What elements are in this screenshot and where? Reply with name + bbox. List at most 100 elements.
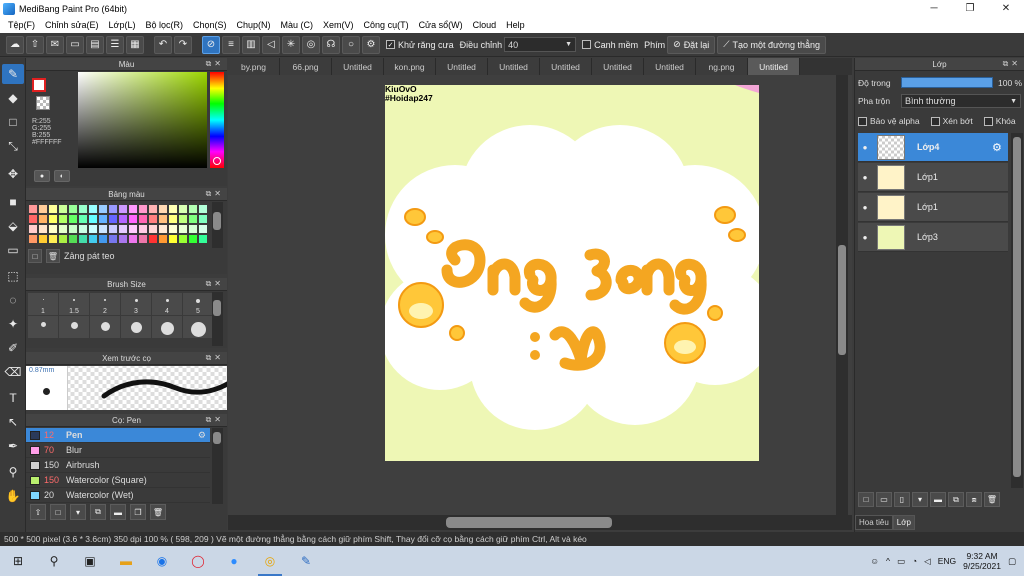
eye-icon[interactable]: ● [858, 233, 872, 242]
palette-swatch[interactable] [28, 204, 38, 214]
palette-swatch[interactable] [48, 204, 58, 214]
list-icon[interactable]: ☰ [106, 35, 124, 54]
palette-swatch[interactable] [148, 224, 158, 234]
menu-view[interactable]: Xem(V) [318, 20, 359, 30]
windows-start-icon[interactable]: ⊞ [0, 546, 36, 576]
new-brush-icon[interactable]: □ [50, 504, 66, 520]
tab-document[interactable]: Untitled [540, 58, 592, 75]
palette-swatch[interactable] [108, 224, 118, 234]
notification-icon[interactable]: ▢ [1008, 556, 1016, 567]
tab-document[interactable]: Untitled [332, 58, 384, 75]
palette-swatch[interactable] [178, 234, 188, 244]
reset-button[interactable]: ⊘ Đặt lại [667, 35, 716, 54]
palette-swatch[interactable] [38, 234, 48, 244]
palette-swatch[interactable] [198, 214, 208, 224]
brush-size-cell[interactable] [121, 316, 151, 338]
panel-controls-icon[interactable]: ⧉✕ [1003, 59, 1021, 69]
palette-swatch[interactable] [58, 214, 68, 224]
palette-swatch[interactable] [108, 204, 118, 214]
hue-slider-knob[interactable] [213, 157, 221, 165]
menu-file[interactable]: Tệp(F) [3, 20, 40, 30]
merge-layer-icon[interactable]: ⧈ [966, 492, 982, 507]
canvas-area[interactable]: KiuOvO #Hoidap247 [228, 75, 852, 515]
palette-swatch[interactable] [198, 224, 208, 234]
tab-document[interactable]: by.png [228, 58, 280, 75]
palette-swatch[interactable] [138, 204, 148, 214]
layer-menu-icon[interactable]: ▾ [912, 492, 928, 507]
volume-icon[interactable]: ◁ [924, 556, 931, 567]
layer-item[interactable]: ● Lớp3 [858, 223, 1008, 252]
lock-checkbox[interactable] [983, 116, 993, 126]
background-color-swatch[interactable] [36, 96, 50, 110]
palette-swatch[interactable] [188, 214, 198, 224]
palette-swatch[interactable] [98, 214, 108, 224]
gradient-tool-icon[interactable]: ▭ [2, 240, 24, 260]
brush-size-cell[interactable]: 1.5 [59, 293, 89, 315]
redo-icon[interactable]: ↷ [174, 35, 192, 54]
palette-swatch[interactable] [158, 204, 168, 214]
palette-swatch[interactable] [48, 214, 58, 224]
layer-item[interactable]: ● Lớp1 [858, 163, 1008, 192]
blend-mode-select[interactable]: Bình thường ▼ [901, 94, 1021, 108]
comment-icon[interactable]: ✉ [46, 35, 64, 54]
tab-navigator[interactable]: Hoa tiêu [855, 515, 893, 530]
brush-size-cell[interactable] [90, 316, 120, 338]
color-mode-icon[interactable]: ● [34, 170, 50, 182]
medibang-taskbar-icon[interactable]: ✎ [288, 546, 324, 576]
battery-icon[interactable]: ▭ [897, 556, 905, 567]
opera-icon[interactable]: ◯ [180, 546, 216, 576]
palette-swatch[interactable] [118, 234, 128, 244]
palette-swatch[interactable] [168, 234, 178, 244]
palette-swatch[interactable] [128, 234, 138, 244]
palette-swatch[interactable] [118, 214, 128, 224]
cloud-icon[interactable]: ☁ [6, 35, 24, 54]
canvas-horizontal-scroll-thumb[interactable] [446, 517, 612, 528]
grid-icon[interactable]: ▦ [126, 35, 144, 54]
palette-scrollbar[interactable] [212, 202, 223, 248]
canvas-vertical-scrollbar[interactable] [836, 75, 848, 515]
folder-icon[interactable]: ▬ [930, 492, 946, 507]
palette-swatch[interactable] [138, 224, 148, 234]
brush-item-airbrush[interactable]: 150 Airbrush [26, 458, 210, 473]
foreground-color-swatch[interactable] [32, 78, 46, 92]
palette-swatch[interactable] [108, 234, 118, 244]
brush-size-scrollbar[interactable] [212, 292, 223, 346]
panel-controls-icon[interactable]: ⧉✕ [206, 59, 224, 69]
palette-swatch[interactable] [178, 214, 188, 224]
gear-icon[interactable]: ⚙ [198, 430, 210, 441]
palette-swatch[interactable] [168, 204, 178, 214]
palette-swatch[interactable] [78, 234, 88, 244]
palette-swatch[interactable] [88, 204, 98, 214]
chat-icon[interactable]: ▭ [66, 35, 84, 54]
palette-swatch[interactable] [88, 234, 98, 244]
layer-item[interactable]: ● Lớp1 [858, 193, 1008, 222]
brush-tool-icon[interactable]: ✎ [2, 64, 24, 84]
maximize-button[interactable]: ❐ [952, 0, 988, 17]
menu-layer[interactable]: Lớp(L) [104, 20, 141, 30]
brush-size-cell[interactable] [152, 316, 182, 338]
select-eraser-tool-icon[interactable]: ⌫ [2, 362, 24, 382]
tab-document[interactable]: Untitled [488, 58, 540, 75]
eraser-tool-icon[interactable]: ◆ [2, 88, 24, 108]
palette-swatch[interactable] [28, 224, 38, 234]
menu-edit[interactable]: Chỉnh sửa(E) [40, 20, 104, 30]
new-layer-icon[interactable]: □ [858, 492, 874, 507]
palette-swatch[interactable] [68, 234, 78, 244]
task-view-icon[interactable]: ▣ [72, 546, 108, 576]
palette-swatch[interactable] [158, 214, 168, 224]
palette-swatch[interactable] [58, 204, 68, 214]
palette-swatch[interactable] [28, 214, 38, 224]
panel-controls-icon[interactable]: ⧉✕ [206, 189, 224, 199]
brush-item-watercolor-wet[interactable]: 20 Watercolor (Wet) [26, 488, 210, 503]
palette-swatch[interactable] [158, 224, 168, 234]
circle-snap-icon[interactable]: ◎ [302, 35, 320, 54]
chrome-icon[interactable]: ◎ [252, 546, 288, 576]
brush-size-cell[interactable] [59, 316, 89, 338]
protect-alpha-checkbox[interactable] [858, 116, 867, 126]
palette-swatch[interactable] [88, 224, 98, 234]
palette-swatch[interactable] [138, 234, 148, 244]
palette-swatch[interactable] [148, 234, 158, 244]
menu-cloud[interactable]: Cloud [468, 20, 502, 30]
duplicate-layer-icon[interactable]: ⧉ [948, 492, 964, 507]
palette-swatch[interactable] [38, 204, 48, 214]
